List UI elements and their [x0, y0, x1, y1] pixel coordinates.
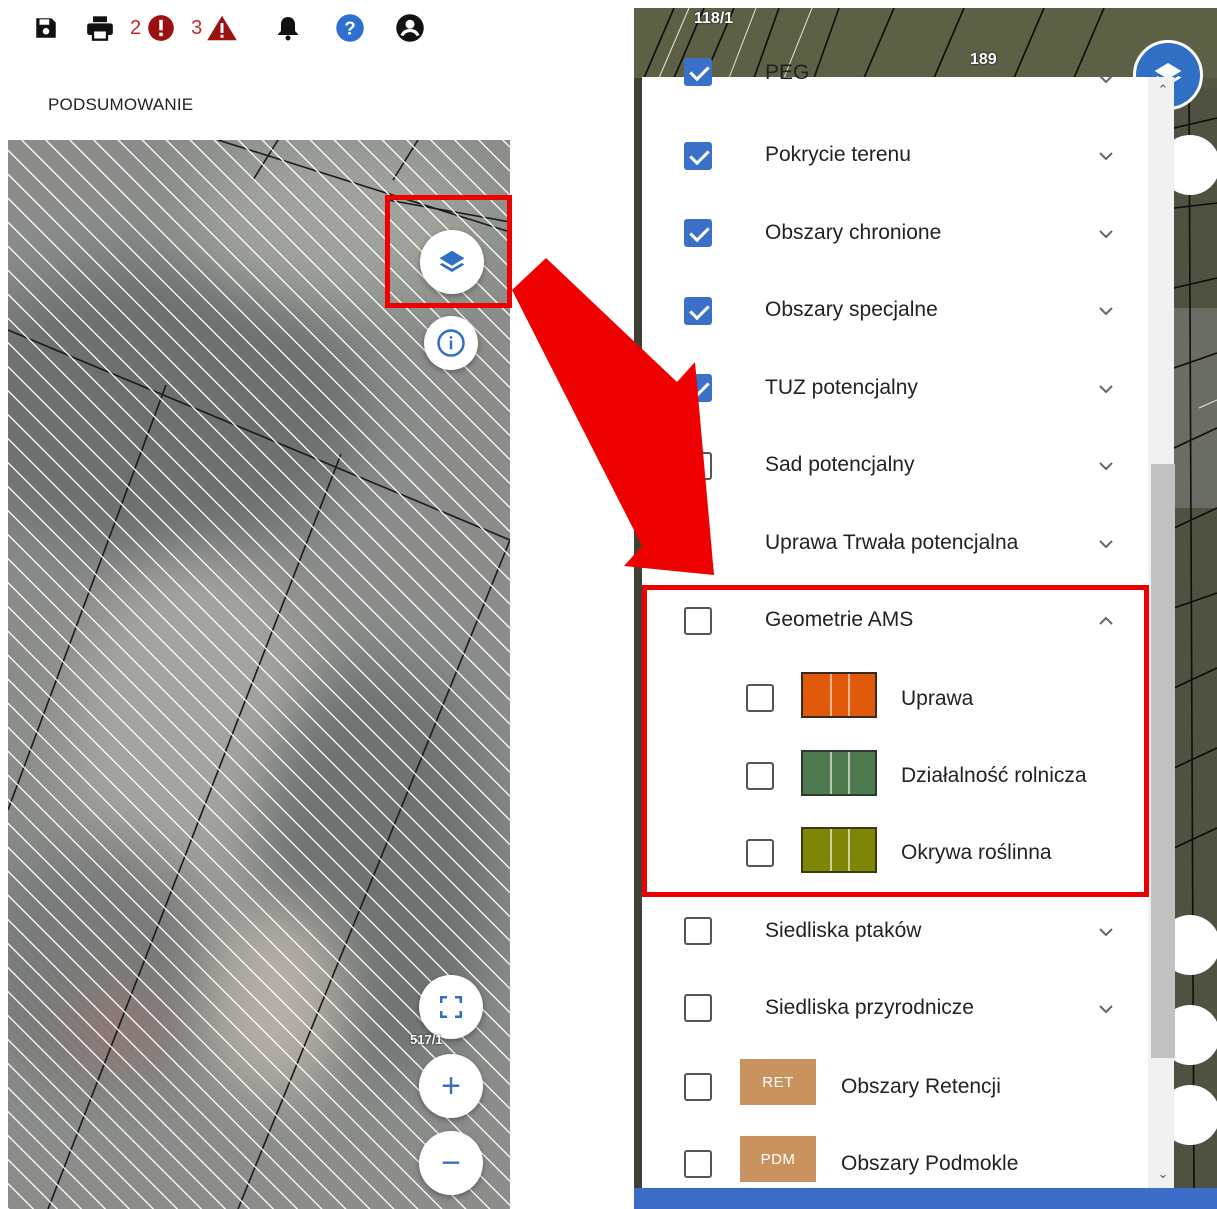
zoom-out-button[interactable]: − — [419, 1131, 483, 1195]
layer-label: TUZ potencjalny — [765, 376, 918, 399]
zoom-in-button[interactable]: + — [419, 1054, 483, 1118]
scrollbar-thumb[interactable] — [1151, 464, 1175, 1058]
page-title: PODSUMOWANIE — [48, 95, 194, 114]
scroll-up-icon[interactable]: ⌃ — [1151, 80, 1175, 100]
fullscreen-button[interactable] — [419, 975, 483, 1039]
layer-label: Siedliska przyrodnicze — [765, 996, 974, 1019]
layer-row-obszary-podmokle[interactable]: Obszary Podmokle — [642, 1128, 1148, 1198]
layer-label: Obszary chronione — [765, 221, 942, 244]
warning-icon[interactable] — [206, 12, 238, 44]
layer-label: Sad potencjalny — [765, 453, 915, 476]
layer-label: Siedliska ptaków — [765, 919, 922, 942]
layer-row-obszary-chronione[interactable]: Obszary chronione — [642, 198, 1148, 268]
chevron-down-icon[interactable] — [1096, 534, 1116, 554]
warnings-count: 3 — [191, 16, 203, 39]
print-icon[interactable] — [84, 12, 116, 44]
layer-row-sad-potencjalny[interactable]: Sad potencjalny — [642, 431, 1148, 501]
tag-pdm: PDM — [740, 1136, 816, 1182]
layer-checkbox[interactable] — [684, 142, 712, 170]
layer-checkbox[interactable] — [684, 374, 712, 402]
save-icon[interactable] — [30, 12, 62, 44]
layer-label: Obszary specjalne — [765, 298, 938, 321]
layer-row-obszary-specjalne[interactable]: Obszary specjalne — [642, 276, 1148, 346]
bell-icon[interactable] — [272, 12, 304, 44]
layer-row-siedliska-ptakow[interactable]: Siedliska ptaków — [642, 896, 1148, 966]
chevron-down-icon[interactable] — [1096, 999, 1116, 1019]
fullscreen-icon — [440, 996, 462, 1018]
layer-checkbox[interactable] — [684, 917, 712, 945]
chevron-down-icon[interactable] — [1096, 379, 1116, 399]
highlight-layers-button — [385, 195, 512, 308]
chevron-down-icon[interactable] — [1096, 922, 1116, 942]
layer-row-tuz-potencjalny[interactable]: TUZ potencjalny — [642, 353, 1148, 423]
info-icon — [437, 329, 465, 357]
layer-row-obszary-retencji[interactable]: Obszary Retencji — [642, 1051, 1148, 1121]
layer-row-siedliska-przyrodnicze[interactable]: Siedliska przyrodnicze — [642, 973, 1148, 1043]
layer-label: Obszary Podmokle — [841, 1152, 1019, 1175]
layer-row-uprawa-trwala[interactable]: Uprawa Trwała potencjalna — [642, 508, 1148, 578]
account-icon[interactable] — [394, 12, 426, 44]
chevron-down-icon[interactable] — [1096, 456, 1116, 476]
layer-label: Pokrycie terenu — [765, 143, 911, 166]
layer-checkbox[interactable] — [684, 452, 712, 480]
layer-checkbox[interactable] — [684, 994, 712, 1022]
layer-label: Uprawa Trwała potencjalna — [765, 531, 1019, 554]
layer-checkbox[interactable] — [684, 1150, 712, 1178]
highlight-ams-section — [642, 585, 1149, 897]
chevron-down-icon[interactable] — [1096, 224, 1116, 244]
error-icon[interactable] — [145, 12, 177, 44]
chevron-down-icon[interactable] — [1096, 69, 1116, 89]
top-toolbar: 2 3 ? — [30, 8, 426, 48]
svg-text:?: ? — [345, 17, 356, 38]
parcel-label-118-1: 118/1 — [694, 10, 734, 27]
help-icon[interactable]: ? — [334, 12, 366, 44]
layer-checkbox[interactable] — [684, 1073, 712, 1101]
info-button[interactable] — [424, 316, 478, 370]
zoom-in-symbol: + — [441, 1067, 461, 1105]
parcel-label: 517/1 — [410, 1032, 443, 1047]
layer-checkbox[interactable] — [684, 297, 712, 325]
chevron-down-icon[interactable] — [1096, 301, 1116, 321]
scroll-down-icon[interactable]: ⌄ — [1151, 1164, 1175, 1184]
layer-row-pokrycie-terenu[interactable]: Pokrycie terenu — [642, 121, 1148, 191]
tag-ret: RET — [740, 1059, 816, 1105]
layer-label: Obszary Retencji — [841, 1075, 1001, 1098]
zoom-out-symbol: − — [441, 1144, 461, 1182]
chevron-down-icon[interactable] — [1096, 146, 1116, 166]
layer-checkbox[interactable] — [684, 219, 712, 247]
errors-count: 2 — [130, 16, 142, 39]
panel-top-clip — [642, 54, 1148, 77]
